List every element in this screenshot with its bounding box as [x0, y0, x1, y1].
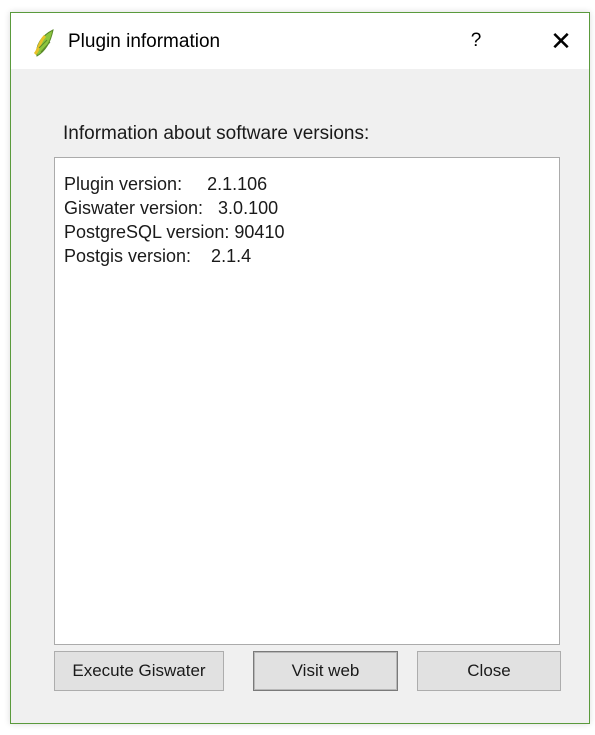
- close-window-button[interactable]: ✕: [539, 23, 583, 59]
- plugin-version-line: Plugin version: 2.1.106: [64, 174, 268, 194]
- versions-text-area[interactable]: Plugin version: 2.1.106 Giswater version…: [54, 157, 560, 645]
- postgresql-version-line: PostgreSQL version: 90410: [64, 222, 285, 242]
- title-bar[interactable]: Plugin information ? ✕: [11, 13, 589, 69]
- help-button[interactable]: ?: [456, 23, 496, 59]
- execute-giswater-button[interactable]: Execute Giswater: [54, 651, 224, 691]
- close-button[interactable]: Close: [417, 651, 561, 691]
- visit-web-button[interactable]: Visit web: [253, 651, 398, 691]
- window-title: Plugin information: [68, 31, 221, 52]
- giswater-version-line: Giswater version: 3.0.100: [64, 198, 279, 218]
- section-heading: Information about software versions:: [63, 123, 370, 144]
- plugin-info-dialog: Plugin information ? ✕ Information about…: [10, 12, 590, 724]
- qgis-leaf-icon: [31, 28, 57, 58]
- postgis-version-line: Postgis version: 2.1.4: [64, 246, 252, 266]
